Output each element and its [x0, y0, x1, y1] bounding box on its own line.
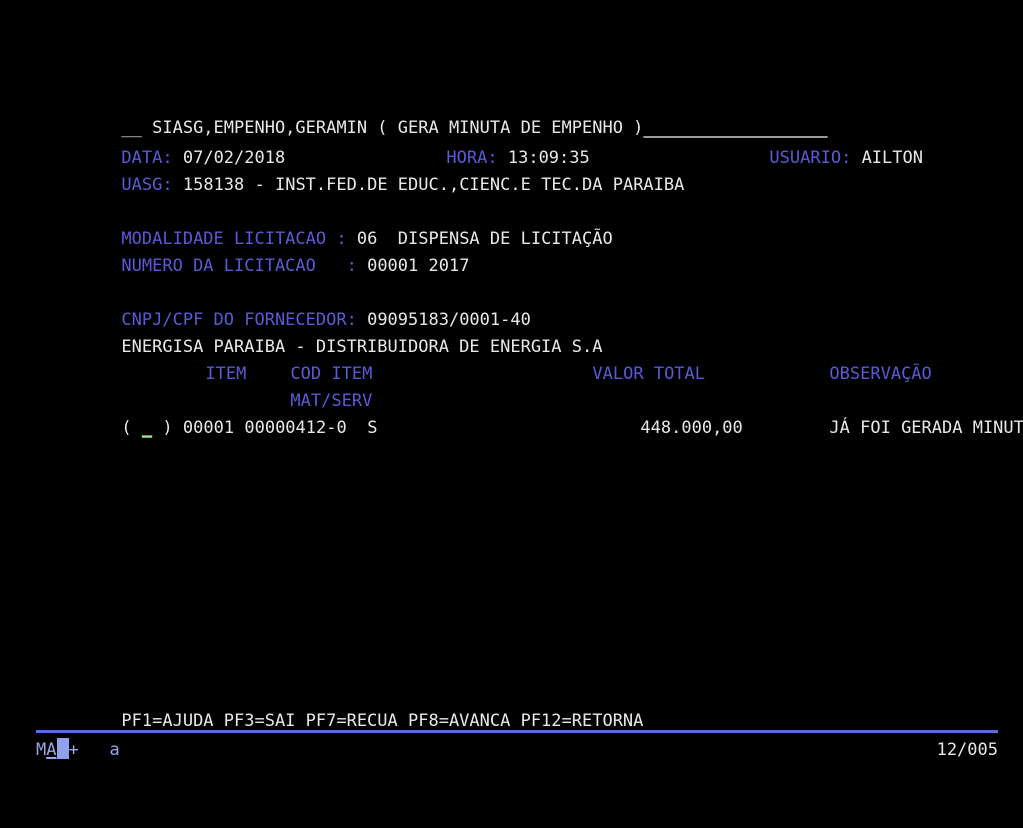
numero-licitacao-value: 00001 2017 [367, 255, 470, 276]
table-row[interactable]: ( _ ) 00001 00000412-0 S 448.000,00 JÁ F… [0, 388, 1023, 438]
status-caret-block [56, 738, 69, 759]
header-info-row: DATA: 07/02/2018 HORA: 13:09:35 USUARIO:… [0, 118, 1023, 168]
function-keys-row: PF1=AJUDA PF3=SAI PF7=RECUA PF8=AVANCA P… [0, 681, 1023, 731]
fornecedor-nome-row: ENERGISA PARAIBA - DISTRIBUIDORA DE ENER… [0, 307, 1023, 357]
modalidade-row: MODALIDADE LICITACAO : 06 DISPENSA DE LI… [0, 199, 1023, 249]
row-observacao: JÁ FOI GERADA MINUTA [829, 417, 1023, 438]
row-select-open-paren: ( [121, 417, 132, 438]
status-plus-indicator: + [68, 740, 79, 760]
function-keys-text: PF1=AJUDA PF3=SAI PF7=RECUA PF8=AVANCA P… [121, 710, 644, 731]
numero-licitacao-row: NUMERO DA LICITACAO : 00001 2017 [0, 226, 1023, 276]
uasg-row: UASG: 158138 - INST.FED.DE EDUC.,CIENC.E… [0, 145, 1023, 195]
status-cursor-position: 12/005 [936, 740, 998, 760]
row-mat-serv: S [367, 417, 378, 438]
status-bar-left: MA + a [36, 737, 120, 764]
uasg-label: UASG: [121, 174, 173, 195]
row-select-input[interactable]: _ [142, 418, 152, 438]
row-cod-item: 00000412-0 [244, 417, 347, 438]
terminal-screen: __ SIASG,EMPENHO,GERAMIN ( GERA MINUTA D… [0, 0, 1023, 828]
row-select-close-paren: ) [162, 417, 173, 438]
table-subheader-row: MAT/SERV [0, 361, 1023, 411]
table-header-row: ITEM COD ITEM VALOR TOTAL OBSERVAÇÃO [0, 334, 1023, 384]
uasg-value: 158138 - INST.FED.DE EDUC.,CIENC.E TEC.D… [182, 174, 685, 195]
status-keyboard-indicator: a [109, 740, 120, 760]
screen-title-row: __ SIASG,EMPENHO,GERAMIN ( GERA MINUTA D… [0, 88, 1023, 138]
row-valor-total: 448.000,00 [640, 417, 743, 438]
status-bar-separator [36, 730, 998, 733]
status-bar: MA + a 12/005 [0, 737, 1023, 767]
numero-licitacao-label: NUMERO DA LICITACAO : [121, 255, 357, 276]
cnpj-row: CNPJ/CPF DO FORNECEDOR: 09095183/0001-40 [0, 280, 1023, 330]
status-connection-mode: MA [36, 740, 57, 760]
row-item-number: 00001 [182, 417, 235, 438]
